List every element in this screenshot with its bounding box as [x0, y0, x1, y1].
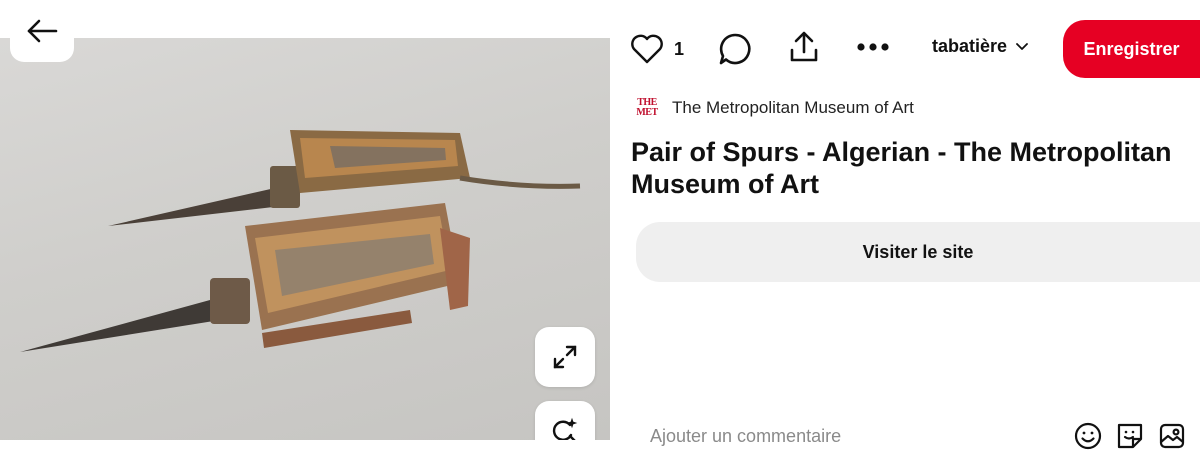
visual-search-icon — [552, 417, 578, 440]
board-selector[interactable]: tabatière — [932, 36, 1029, 57]
comment-button[interactable] — [718, 32, 752, 66]
comment-bubble-icon — [719, 33, 751, 65]
save-button[interactable]: Enregistrer — [1063, 20, 1200, 78]
pin-action-bar: 1 tabatière Enregistrer — [630, 20, 1200, 80]
sticker-icon — [1117, 423, 1143, 449]
like-button[interactable] — [630, 34, 664, 64]
comment-bar — [636, 412, 1200, 460]
arrow-left-icon — [27, 19, 58, 43]
comment-input[interactable] — [636, 425, 1056, 447]
pin-closeup-page: 1 tabatière Enregistrer THE MET The Metr… — [0, 0, 1200, 460]
chevron-down-icon — [1016, 42, 1028, 50]
like-count: 1 — [674, 38, 685, 59]
board-name: tabatière — [932, 36, 1008, 56]
expand-button[interactable] — [535, 327, 595, 387]
comment-tools — [1072, 420, 1188, 452]
emoji-button[interactable] — [1072, 420, 1104, 452]
visit-site-button[interactable]: Visiter le site — [636, 222, 1200, 282]
emoji-icon — [1074, 422, 1102, 450]
expand-icon — [553, 345, 577, 369]
photo-button[interactable] — [1156, 420, 1188, 452]
like-group: 1 — [630, 34, 684, 64]
share-button[interactable] — [788, 30, 820, 64]
more-options-button[interactable] — [856, 42, 890, 52]
image-icon — [1159, 423, 1185, 449]
met-logo: THE MET — [636, 97, 658, 118]
more-horizontal-icon — [857, 43, 889, 51]
heart-icon — [631, 34, 663, 64]
share-upload-icon — [790, 31, 818, 62]
pin-source[interactable]: THE MET The Metropolitan Museum of Art — [636, 96, 914, 120]
sticker-button[interactable] — [1114, 420, 1146, 452]
pin-title: Pair of Spurs - Algerian - The Metropoli… — [631, 137, 1172, 199]
source-name[interactable]: The Metropolitan Museum of Art — [672, 98, 914, 118]
visual-search-button[interactable] — [535, 401, 595, 440]
back-button[interactable] — [10, 0, 74, 62]
spurs-photo — [20, 130, 581, 352]
pin-image[interactable] — [0, 38, 610, 440]
